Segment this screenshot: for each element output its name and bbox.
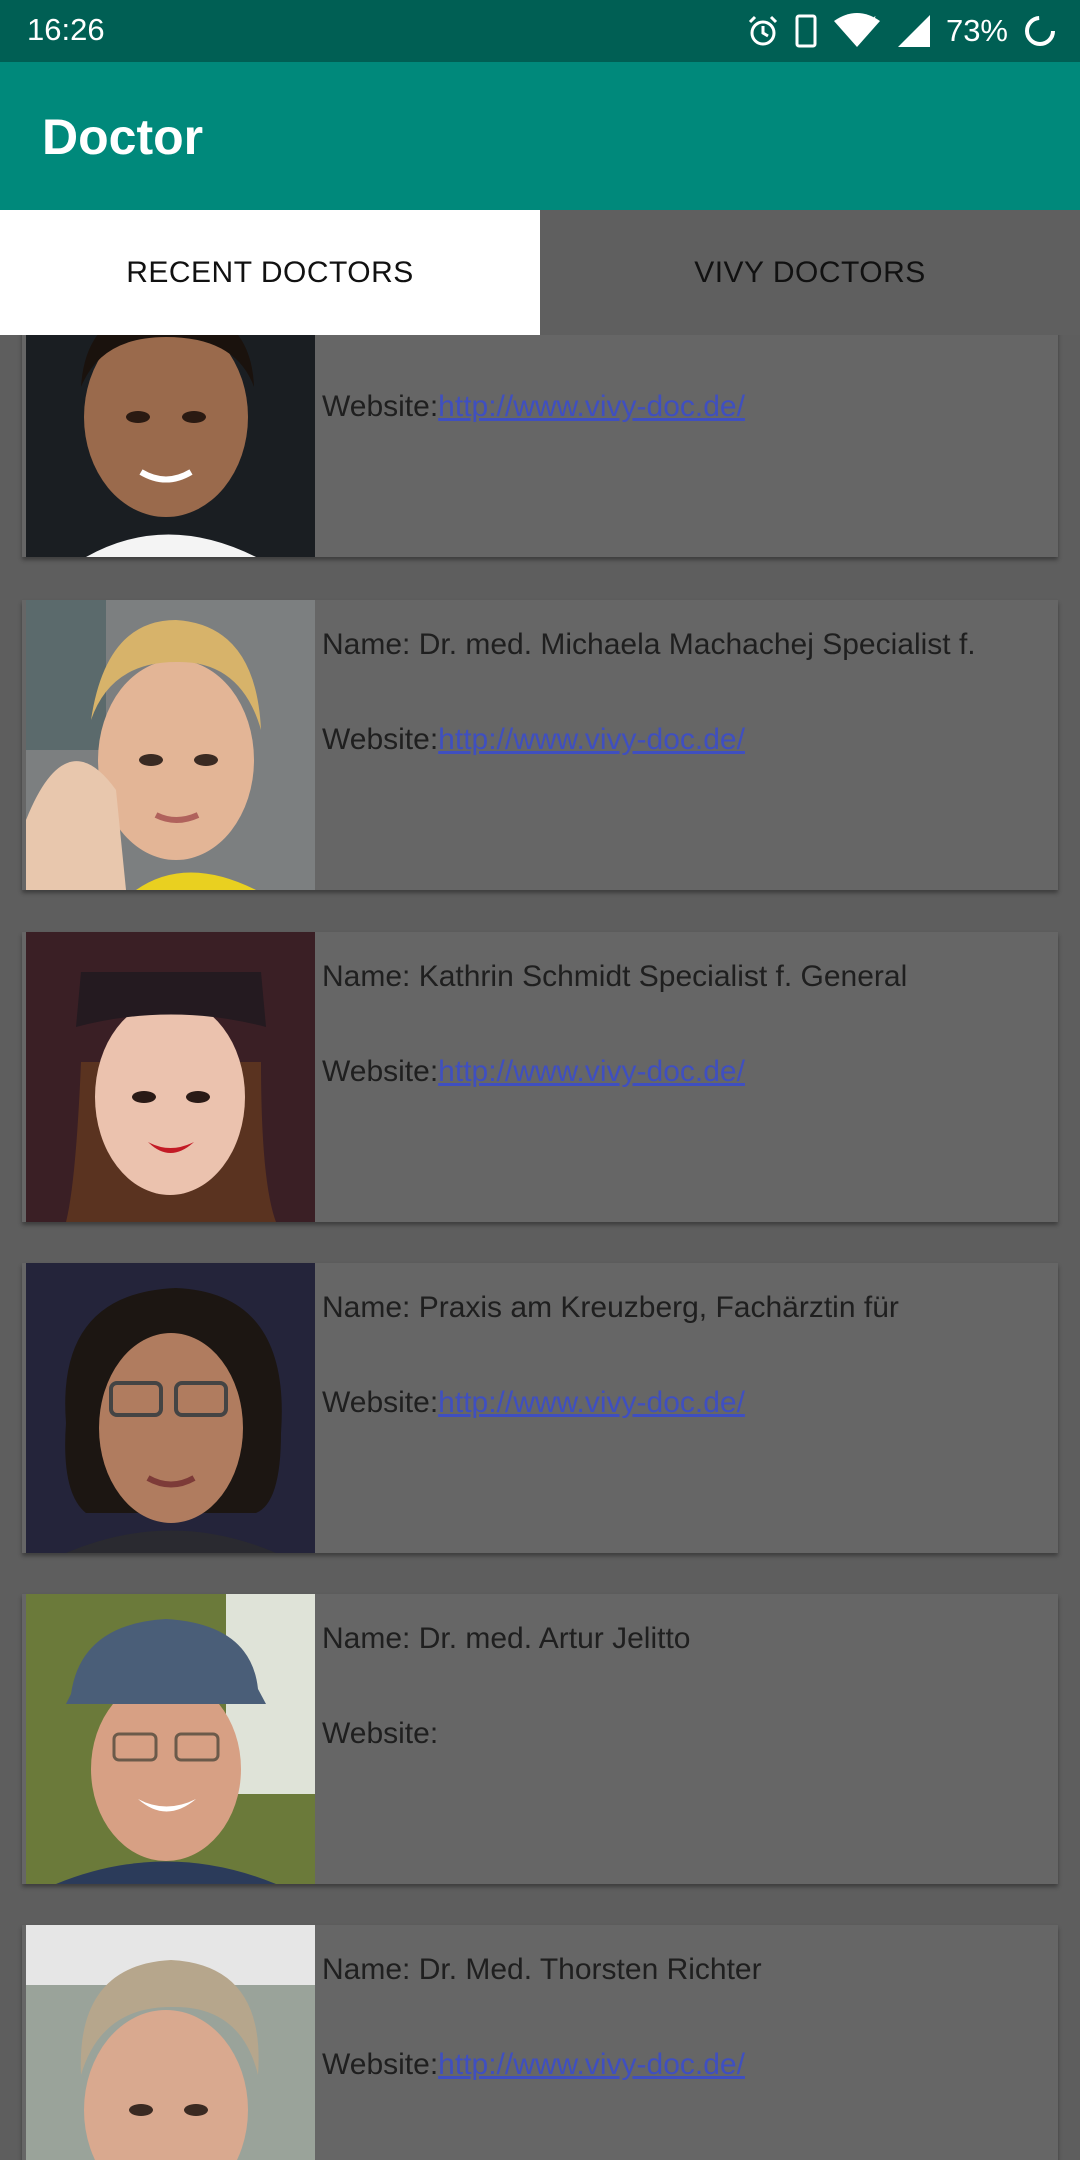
website-link[interactable]: http://www.vivy-doc.de/ — [438, 390, 745, 423]
doctor-name: Kathrin Schmidt Specialist f. General — [418, 960, 908, 993]
name-label: Name: — [322, 1953, 419, 1986]
alarm-icon — [748, 15, 778, 46]
website-link[interactable]: http://www.vivy-doc.de/ — [438, 2048, 745, 2081]
cell-signal-icon — [897, 15, 930, 47]
name-line: Name: Praxis am Kreuzberg, Fachärztin fü… — [322, 1291, 899, 1325]
name-line: Name: Dr. Med. Thorsten Richter — [322, 1953, 762, 1987]
name-line: Name: Dr. med. Michaela Machachej Specia… — [322, 628, 976, 662]
name-label: Name: — [322, 1622, 419, 1655]
app-bar: Doctor — [0, 62, 1080, 210]
wifi-icon: x — [833, 13, 880, 47]
battery-percent: 73% — [945, 13, 1008, 48]
name-line: Name: Kathrin Schmidt Specialist f. Gene… — [322, 960, 907, 994]
doctor-photo — [26, 600, 315, 890]
website-line: Website:http://www.vivy-doc.de/ — [322, 723, 745, 757]
website-link[interactable]: http://www.vivy-doc.de/ — [438, 1055, 745, 1088]
status-bar: 16:26 x 73% — [0, 0, 1080, 62]
doctor-photo — [26, 1925, 315, 2160]
page-title: Doctor — [42, 109, 204, 165]
website-label: Website: — [322, 723, 439, 756]
doctor-name: Praxis am Kreuzberg, Fachärztin für — [418, 1291, 899, 1324]
doctor-name: Dr. Med. Thorsten Richter — [418, 1953, 762, 1986]
doctor-card[interactable]: Name: Dr. Med. Thorsten Richter Website:… — [22, 1925, 1058, 2160]
website-label: Website: — [322, 2048, 439, 2081]
name-label: Name: — [322, 1291, 419, 1324]
website-label: Website: — [322, 390, 439, 423]
svg-text:x: x — [870, 13, 876, 26]
doctor-photo — [26, 1594, 315, 1884]
battery-icon — [1025, 16, 1055, 46]
doctor-photo — [26, 335, 315, 557]
phone-vibrate-icon — [795, 14, 817, 48]
website-label: Website: — [322, 1055, 439, 1088]
doctor-card[interactable]: Name: Dr. med. Michaela Machachej Specia… — [22, 600, 1058, 890]
doctor-card[interactable]: Name: Praxis am Kreuzberg, Fachärztin fü… — [22, 1263, 1058, 1553]
doctor-card[interactable]: Name: Kathrin Schmidt Specialist f. Gene… — [22, 932, 1058, 1222]
doctor-list[interactable]: Website:http://www.vivy-doc.de/ Name: Dr… — [0, 335, 1080, 2160]
tab-recent-doctors[interactable]: RECENT DOCTORS — [0, 210, 540, 335]
website-label: Website: — [322, 1386, 439, 1419]
doctor-photo — [26, 932, 315, 1222]
doctor-card[interactable]: Name: Dr. med. Artur Jelitto Website: — [22, 1594, 1058, 1884]
tab-bar: RECENT DOCTORS VIVY DOCTORS — [0, 210, 1080, 335]
doctor-photo — [26, 1263, 315, 1553]
website-link[interactable]: http://www.vivy-doc.de/ — [438, 723, 745, 756]
website-line: Website:http://www.vivy-doc.de/ — [322, 1386, 745, 1420]
doctor-name: Dr. med. Artur Jelitto — [418, 1622, 691, 1655]
website-link[interactable]: http://www.vivy-doc.de/ — [438, 1386, 745, 1419]
doctor-card[interactable]: Website:http://www.vivy-doc.de/ — [22, 335, 1058, 557]
tab-vivy-doctors[interactable]: VIVY DOCTORS — [540, 210, 1080, 335]
name-label: Name: — [322, 960, 419, 993]
website-line: Website:http://www.vivy-doc.de/ — [322, 390, 745, 424]
name-line: Name: Dr. med. Artur Jelitto — [322, 1622, 690, 1656]
status-icons: x 73% — [746, 8, 1058, 54]
website-label: Website: — [322, 1717, 439, 1750]
website-line: Website: — [322, 1717, 438, 1751]
status-time: 16:26 — [27, 12, 105, 47]
website-line: Website:http://www.vivy-doc.de/ — [322, 1055, 745, 1089]
website-line: Website:http://www.vivy-doc.de/ — [322, 2048, 745, 2082]
name-label: Name: — [322, 628, 419, 661]
doctor-name: Dr. med. Michaela Machachej Specialist f… — [418, 628, 976, 661]
